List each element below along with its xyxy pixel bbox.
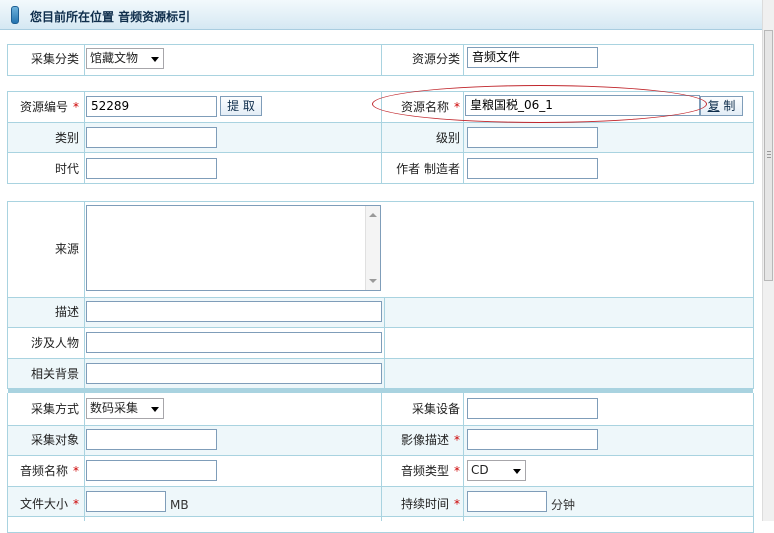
level-label: 级别 (435, 131, 460, 145)
type-field[interactable] (86, 127, 217, 148)
source-label: 来源 (54, 242, 79, 256)
collect-object-field[interactable] (86, 429, 217, 450)
collect-method-value: 数码采集 (90, 401, 139, 415)
chevron-down-icon (151, 57, 159, 62)
file-size-unit: MB (170, 498, 189, 512)
era-field[interactable] (86, 158, 217, 179)
file-size-label: 文件大小 * (19, 497, 79, 511)
type-label: 类别 (54, 131, 79, 145)
background-label: 相关背景 (30, 367, 79, 381)
collect-category-value: 馆藏文物 (90, 51, 139, 65)
author-label: 作者 制造者 (396, 162, 460, 176)
resource-category-field[interactable]: 音频文件 (467, 47, 598, 68)
audio-type-select[interactable]: CD (467, 460, 526, 481)
page-title: 您目前所在位置 音频资源标引 (30, 10, 191, 24)
background-field[interactable] (86, 363, 382, 384)
collect-method-select[interactable]: 数码采集 (86, 398, 164, 419)
resource-id-field[interactable]: 52289 (86, 96, 217, 117)
scrollbar-thumb[interactable] (764, 30, 773, 281)
audio-name-label: 音频名称 * (19, 464, 79, 478)
page-scrollbar[interactable] (762, 0, 774, 521)
resource-name-field[interactable]: 皇粮国税_06_1 (465, 95, 700, 116)
image-desc-field[interactable] (467, 429, 598, 450)
resource-name-label: 资源名称 * (400, 100, 460, 114)
file-size-field[interactable] (86, 491, 166, 512)
collect-device-field[interactable] (467, 398, 598, 419)
audio-type-label: 音频类型 * (400, 464, 460, 478)
textarea-scrollbar[interactable] (365, 206, 380, 290)
collect-category-select[interactable]: 馆藏文物 (86, 48, 164, 69)
persons-label: 涉及人物 (30, 336, 79, 350)
description-field[interactable] (86, 301, 382, 322)
collect-category-label: 采集分类 (30, 52, 79, 66)
duration-unit: 分钟 (551, 498, 576, 512)
collect-object-label: 采集对象 (30, 433, 79, 447)
scroll-up-icon[interactable] (369, 213, 377, 217)
resource-id-label: 资源编号 * (19, 100, 79, 114)
scroll-down-icon[interactable] (369, 279, 377, 283)
resource-category-label: 资源分类 (411, 52, 460, 66)
source-textarea[interactable] (86, 205, 381, 291)
level-field[interactable] (467, 127, 598, 148)
persons-field[interactable] (86, 332, 382, 353)
duration-label: 持续时间 * (400, 497, 460, 511)
duration-field[interactable] (467, 491, 547, 512)
era-label: 时代 (54, 162, 79, 176)
chevron-down-icon (513, 469, 521, 474)
audio-name-field[interactable] (86, 460, 217, 481)
author-field[interactable] (467, 158, 598, 179)
audio-type-value: CD (471, 463, 489, 477)
description-label: 描述 (54, 305, 79, 319)
chevron-down-icon (151, 407, 159, 412)
collect-device-label: 采集设备 (411, 402, 460, 416)
collect-method-label: 采集方式 (30, 402, 79, 416)
page-header: 您目前所在位置 音频资源标引 (0, 0, 762, 30)
fetch-button[interactable]: 提 取 (220, 96, 262, 116)
image-desc-label: 影像描述 * (400, 433, 460, 447)
copy-button[interactable]: 复 制 (700, 96, 743, 116)
location-marker-icon (11, 6, 19, 24)
